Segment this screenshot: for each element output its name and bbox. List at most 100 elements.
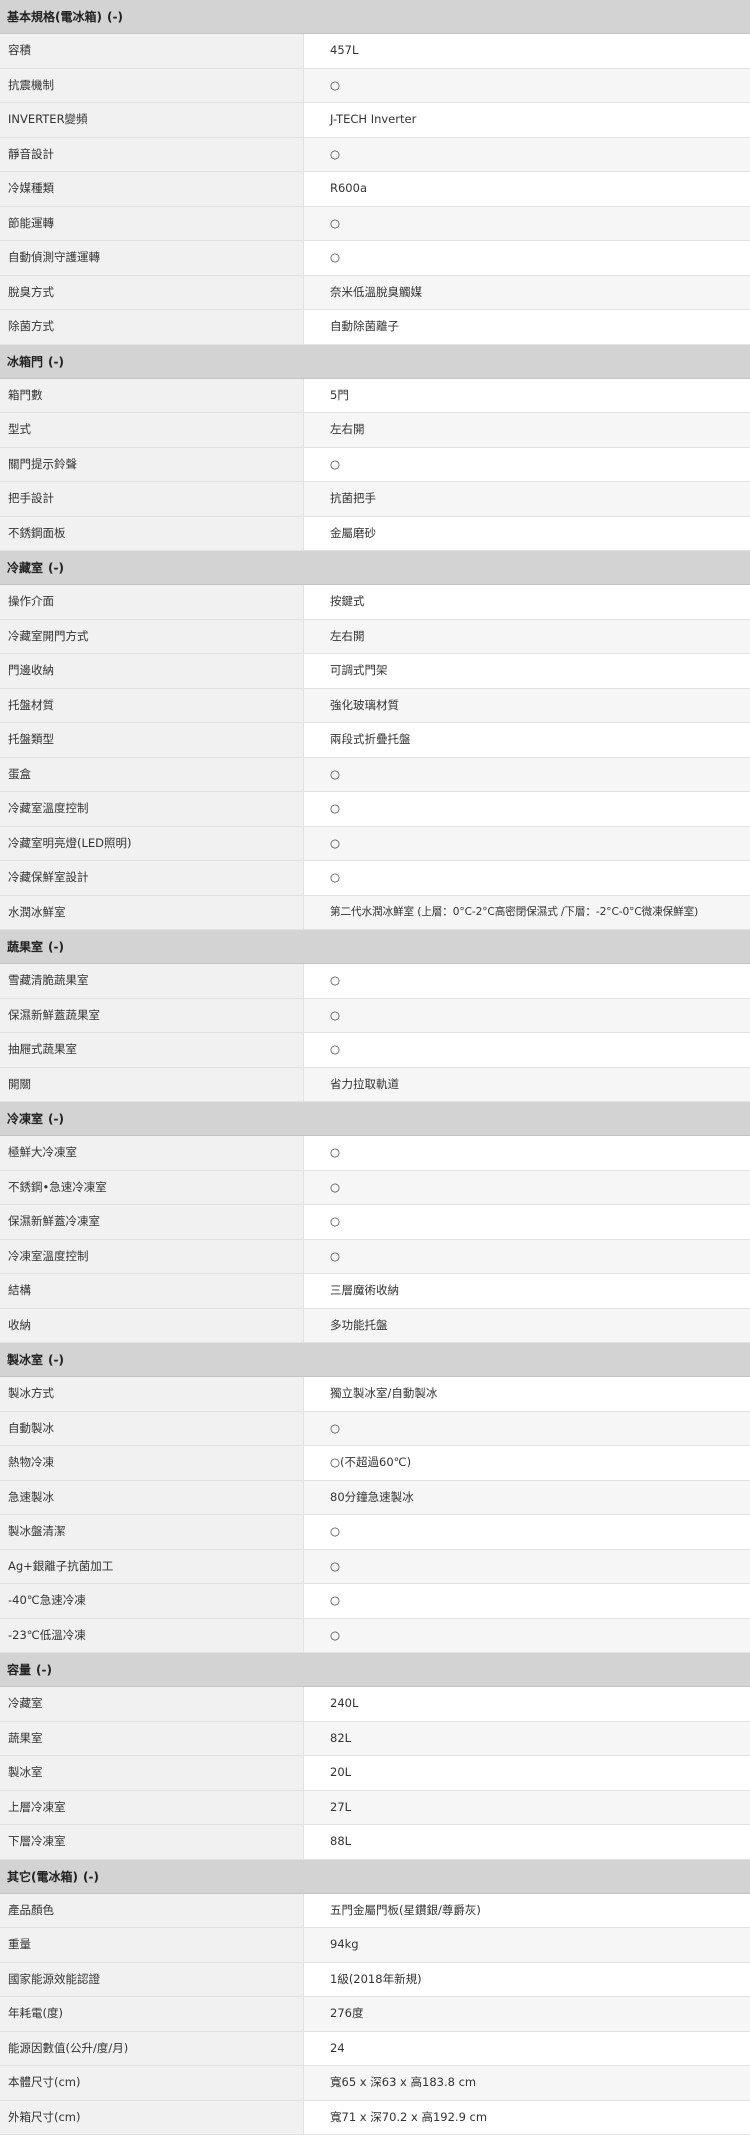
section-title: 製冰室	[7, 1353, 44, 1367]
spec-label: 極鮮大冷凍室	[0, 1136, 304, 1170]
spec-label: 能源因數值(公升/度/月)	[0, 2031, 304, 2065]
spec-row: 外箱尺寸(cm) 寬71 x 深70.2 x 高192.9 cm	[0, 2100, 750, 2135]
spec-label: 自動偵測守護運轉	[0, 241, 304, 275]
spec-label: 產品顏色	[0, 1893, 304, 1927]
spec-label: 節能運轉	[0, 206, 304, 240]
spec-label: -40℃急速冷凍	[0, 1584, 304, 1618]
collapse-toggle[interactable]: (-)	[83, 1870, 99, 1884]
spec-row: 冷藏室 240L	[0, 1687, 750, 1722]
spec-value: 24	[304, 2031, 750, 2065]
collapse-toggle[interactable]: (-)	[48, 1353, 64, 1367]
spec-table: 基本規格(電冰箱) (-) 容積 457L 抗震機制 ○ INVERTER變頻 J-TECH …	[0, 0, 750, 2135]
spec-row: 蔬果室 82L	[0, 1721, 750, 1756]
spec-row: 冷藏室明亮燈(LED照明) ○	[0, 826, 750, 861]
spec-row: 不銹鋼面板 金屬磨砂	[0, 516, 750, 551]
spec-row: -40℃急速冷凍 ○	[0, 1584, 750, 1619]
spec-label: 製冰方式	[0, 1377, 304, 1411]
spec-value: ○	[304, 1515, 750, 1549]
spec-value: 三層魔術收納	[304, 1274, 750, 1308]
spec-label: 重量	[0, 1928, 304, 1962]
spec-label: 把手設計	[0, 482, 304, 516]
spec-label: 自動製冰	[0, 1411, 304, 1445]
spec-row: 製冰盤清潔 ○	[0, 1515, 750, 1550]
collapse-toggle[interactable]: (-)	[36, 1663, 52, 1677]
spec-label: 托盤類型	[0, 723, 304, 757]
spec-row: 托盤類型 兩段式折疊托盤	[0, 723, 750, 758]
spec-value: 240L	[304, 1687, 750, 1721]
spec-value: 27L	[304, 1790, 750, 1824]
spec-label: 脫臭方式	[0, 275, 304, 309]
spec-row: 蛋盒 ○	[0, 757, 750, 792]
spec-label: 蛋盒	[0, 757, 304, 791]
spec-label: 箱門數	[0, 378, 304, 412]
spec-value: 左右開	[304, 619, 750, 653]
spec-row: 把手設計 抗菌把手	[0, 482, 750, 517]
spec-label: 不銹鋼•急速冷凍室	[0, 1170, 304, 1204]
collapse-toggle[interactable]: (-)	[48, 940, 64, 954]
collapse-toggle[interactable]: (-)	[48, 561, 64, 575]
spec-label: -23℃低溫冷凍	[0, 1618, 304, 1652]
spec-row: 除菌方式 自動除菌離子	[0, 310, 750, 345]
section-header[interactable]: 容量 (-)	[0, 1653, 750, 1687]
spec-value: 省力拉取軌道	[304, 1067, 750, 1101]
spec-value: ○	[304, 1170, 750, 1204]
spec-value: 寬71 x 深70.2 x 高192.9 cm	[304, 2100, 750, 2134]
spec-label: 保濕新鮮蓋蔬果室	[0, 998, 304, 1032]
spec-value: ○	[304, 1618, 750, 1652]
spec-row: 自動製冰 ○	[0, 1411, 750, 1446]
spec-label: 冷藏室開門方式	[0, 619, 304, 653]
section-title: 容量	[7, 1663, 32, 1677]
spec-row: 雪藏清脆蔬果室 ○	[0, 964, 750, 999]
spec-value: 可調式門架	[304, 654, 750, 688]
spec-row: 冷藏保鮮室設計 ○	[0, 861, 750, 896]
section-title: 其它(電冰箱)	[7, 1869, 78, 1884]
section-header[interactable]: 其它(電冰箱) (-)	[0, 1859, 750, 1894]
spec-label: 開關	[0, 1067, 304, 1101]
section-header[interactable]: 冷凍室 (-)	[0, 1102, 750, 1136]
spec-value: ○	[304, 964, 750, 998]
spec-value: ○	[304, 792, 750, 826]
section-header[interactable]: 冰箱門 (-)	[0, 344, 750, 379]
spec-value: 276度	[304, 1997, 750, 2031]
spec-label: 國家能源效能認證	[0, 1962, 304, 1996]
spec-label: 托盤材質	[0, 688, 304, 722]
section-header[interactable]: 基本規格(電冰箱) (-)	[0, 0, 750, 34]
spec-value: 1級(2018年新規)	[304, 1962, 750, 1996]
collapse-toggle[interactable]: (-)	[48, 1112, 64, 1126]
spec-value: 457L	[304, 34, 750, 68]
spec-value: ○	[304, 241, 750, 275]
spec-row: 製冰室 20L	[0, 1756, 750, 1791]
collapse-toggle[interactable]: (-)	[48, 355, 64, 369]
section-header[interactable]: 蔬果室 (-)	[0, 930, 750, 964]
spec-label: 關門提示鈴聲	[0, 447, 304, 481]
collapse-toggle[interactable]: (-)	[107, 10, 123, 24]
spec-value: ○	[304, 447, 750, 481]
spec-value: ○(不超過60℃)	[304, 1446, 750, 1480]
spec-row: 不銹鋼•急速冷凍室 ○	[0, 1170, 750, 1205]
spec-label: INVERTER變頻	[0, 103, 304, 137]
spec-value: 多功能托盤	[304, 1308, 750, 1342]
spec-row: 關門提示鈴聲 ○	[0, 447, 750, 482]
spec-label: 靜音設計	[0, 137, 304, 171]
spec-label: 水潤冰鮮室	[0, 895, 304, 929]
spec-label: 年耗電(度)	[0, 1997, 304, 2031]
spec-value: 金屬磨砂	[304, 516, 750, 550]
section-header[interactable]: 冷藏室 (-)	[0, 551, 750, 585]
spec-label: 蔬果室	[0, 1721, 304, 1755]
spec-label: 操作介面	[0, 585, 304, 619]
spec-label: 除菌方式	[0, 310, 304, 344]
spec-value: 奈米低溫脫臭觸媒	[304, 275, 750, 309]
spec-value: ○	[304, 1584, 750, 1618]
spec-label: 冷藏室溫度控制	[0, 792, 304, 826]
spec-value: ○	[304, 137, 750, 171]
spec-row: 托盤材質 強化玻璃材質	[0, 688, 750, 723]
spec-label: 冷藏室明亮燈(LED照明)	[0, 826, 304, 860]
spec-value: 抗菌把手	[304, 482, 750, 516]
spec-label: 下層冷凍室	[0, 1825, 304, 1859]
section-header[interactable]: 製冰室 (-)	[0, 1343, 750, 1377]
spec-label: 保濕新鮮蓋冷凍室	[0, 1205, 304, 1239]
spec-value: 按鍵式	[304, 585, 750, 619]
spec-row: 抽屜式蔬果室 ○	[0, 1033, 750, 1068]
spec-label: 製冰室	[0, 1756, 304, 1790]
spec-row: 能源因數值(公升/度/月) 24	[0, 2031, 750, 2066]
